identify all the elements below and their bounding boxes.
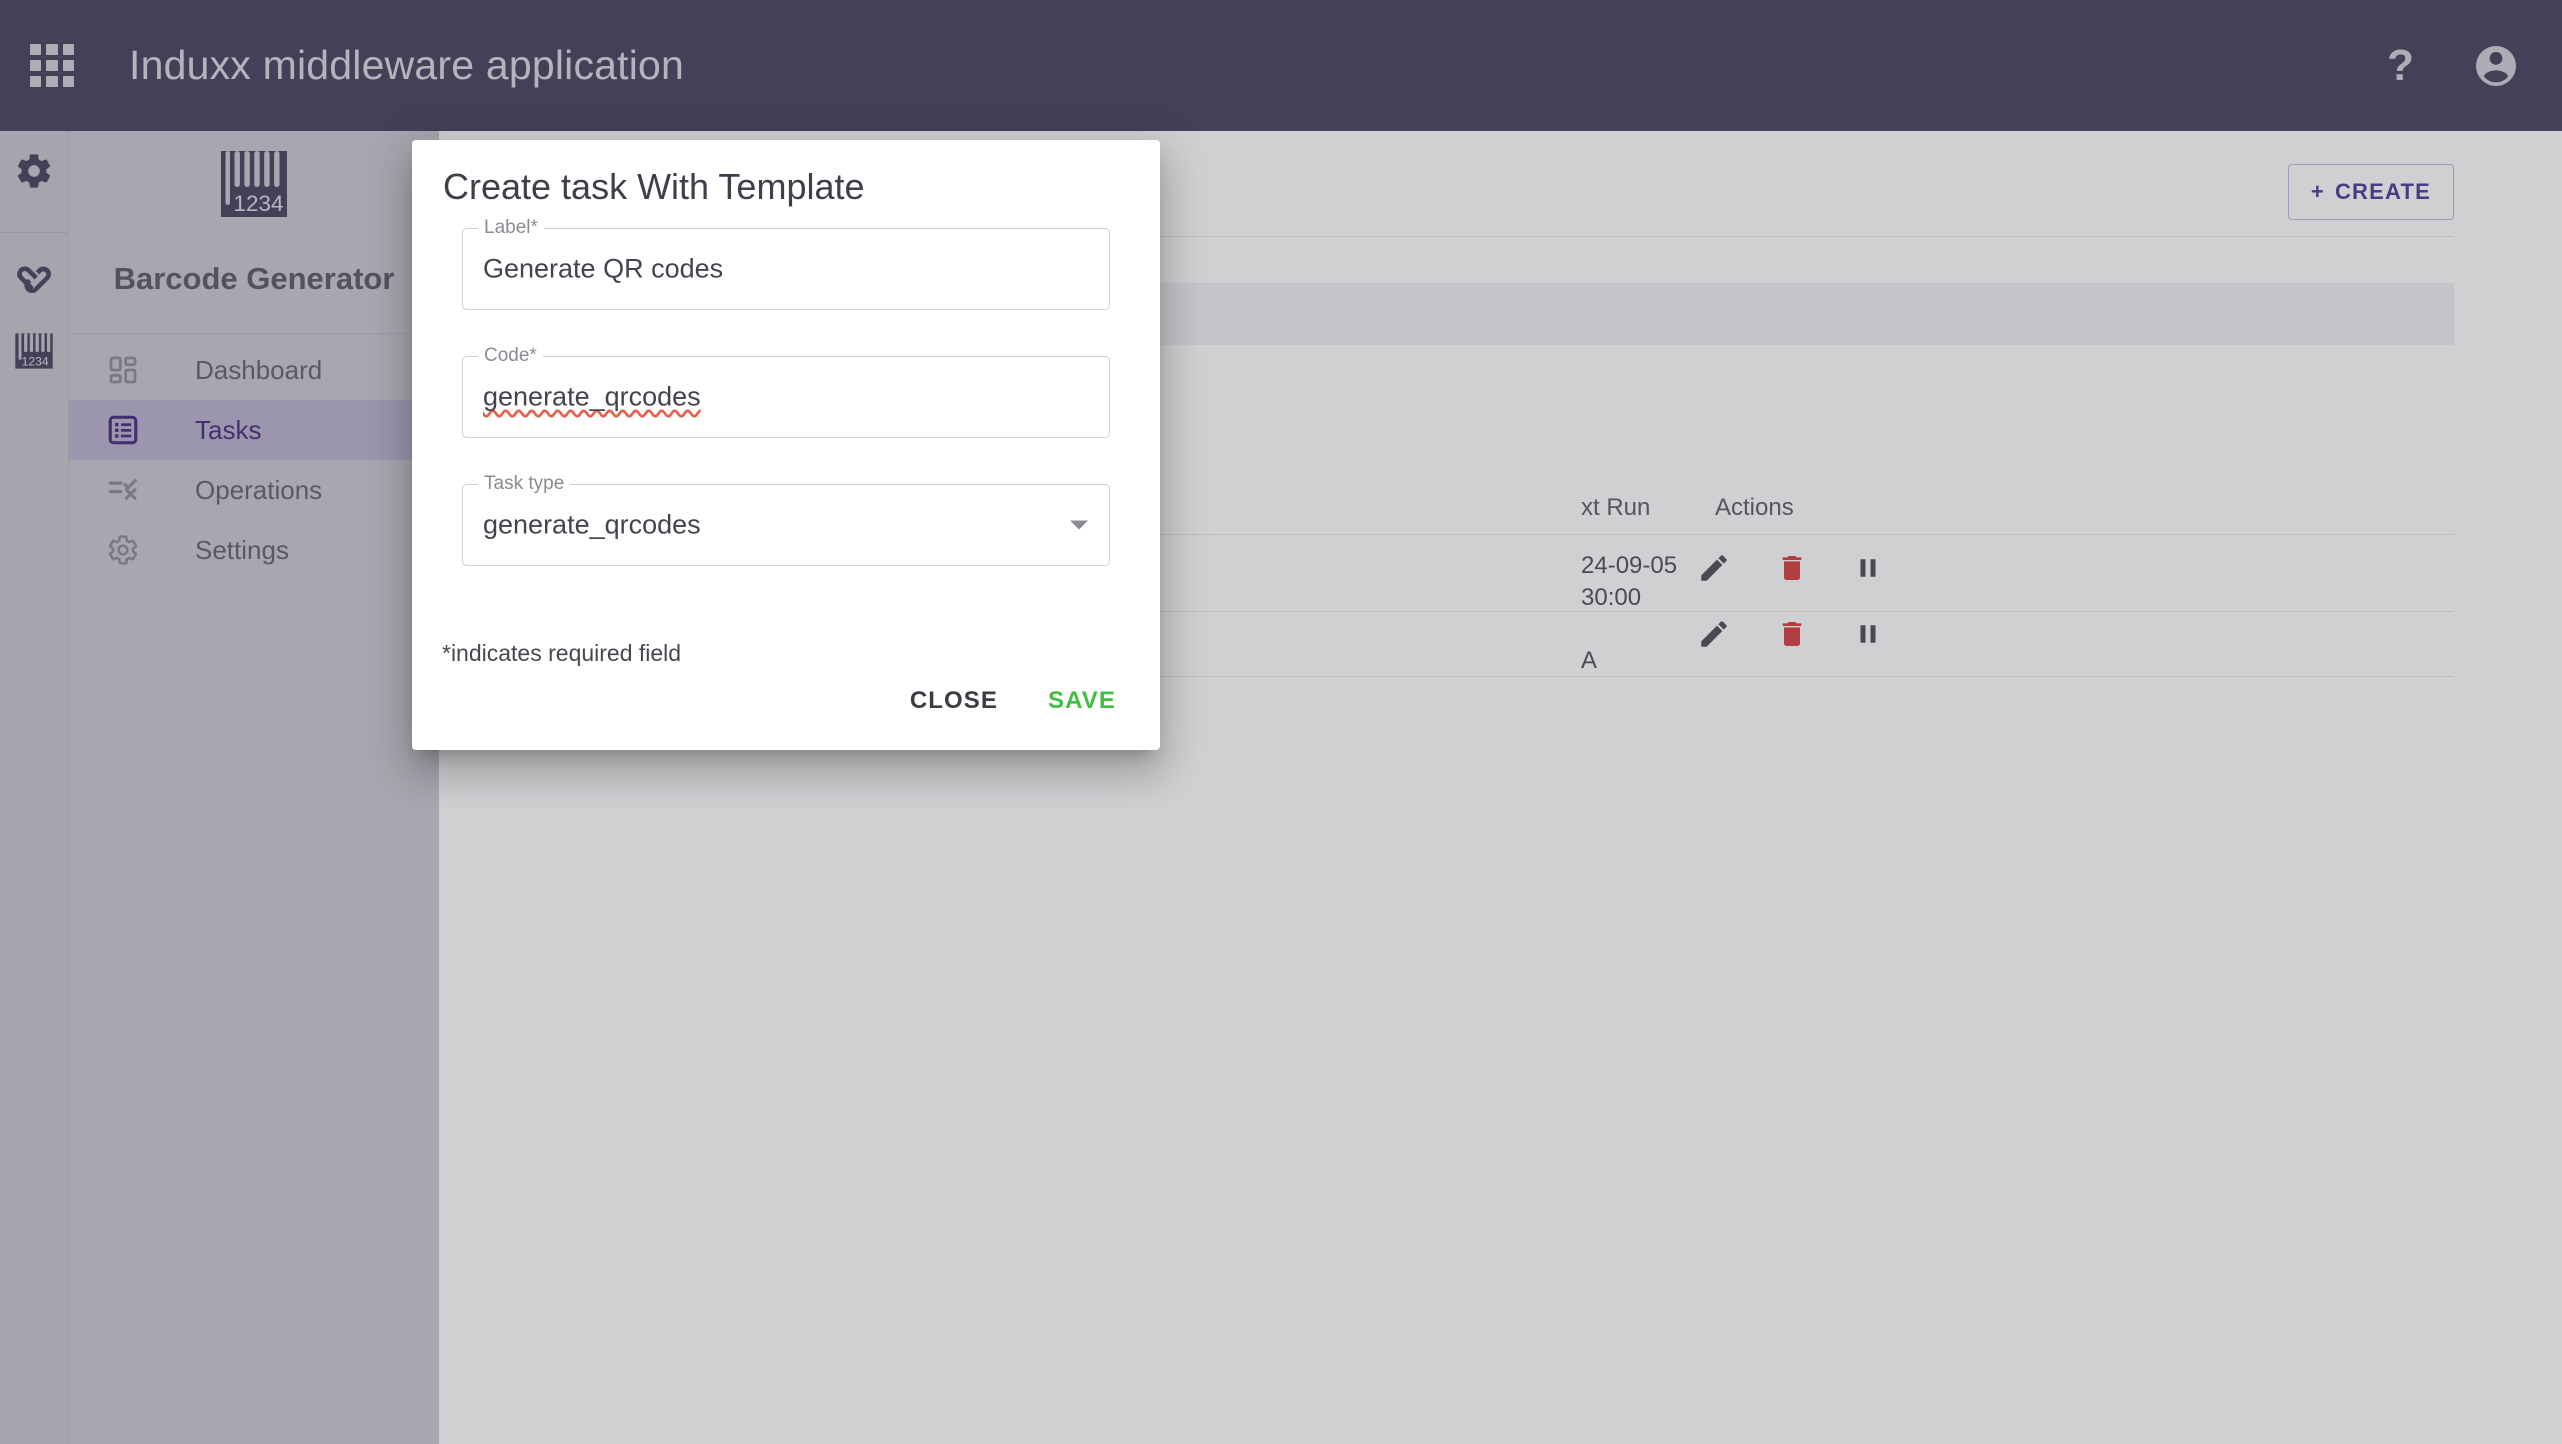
dialog-actions: CLOSE SAVE — [890, 674, 1136, 728]
dialog-body: Label* Generate QR codes Code* generate_… — [412, 217, 1160, 566]
code-field-value[interactable]: generate_qrcodes — [483, 382, 701, 413]
label-field-label: Label* — [478, 217, 544, 239]
dialog-title: Create task With Template — [443, 166, 865, 207]
task-type-label: Task type — [478, 473, 571, 495]
app-root: Induxx middleware application ? 1234 123… — [0, 0, 2562, 1444]
create-task-dialog: Create task With Template Label* Generat… — [412, 140, 1160, 750]
code-field-label: Code* — [478, 345, 543, 367]
task-type-select[interactable]: Task type generate_qrcodes — [462, 473, 1110, 566]
label-field[interactable]: Label* Generate QR codes — [462, 217, 1110, 310]
task-type-value[interactable]: generate_qrcodes — [483, 510, 701, 541]
close-button[interactable]: CLOSE — [890, 674, 1018, 728]
label-field-value[interactable]: Generate QR codes — [483, 254, 723, 285]
save-button[interactable]: SAVE — [1028, 674, 1136, 728]
modal-scrim[interactable] — [0, 0, 2562, 1444]
code-field[interactable]: Code* generate_qrcodes — [462, 345, 1110, 438]
chevron-down-icon[interactable] — [1070, 520, 1088, 530]
required-field-note: *indicates required field — [442, 640, 682, 666]
